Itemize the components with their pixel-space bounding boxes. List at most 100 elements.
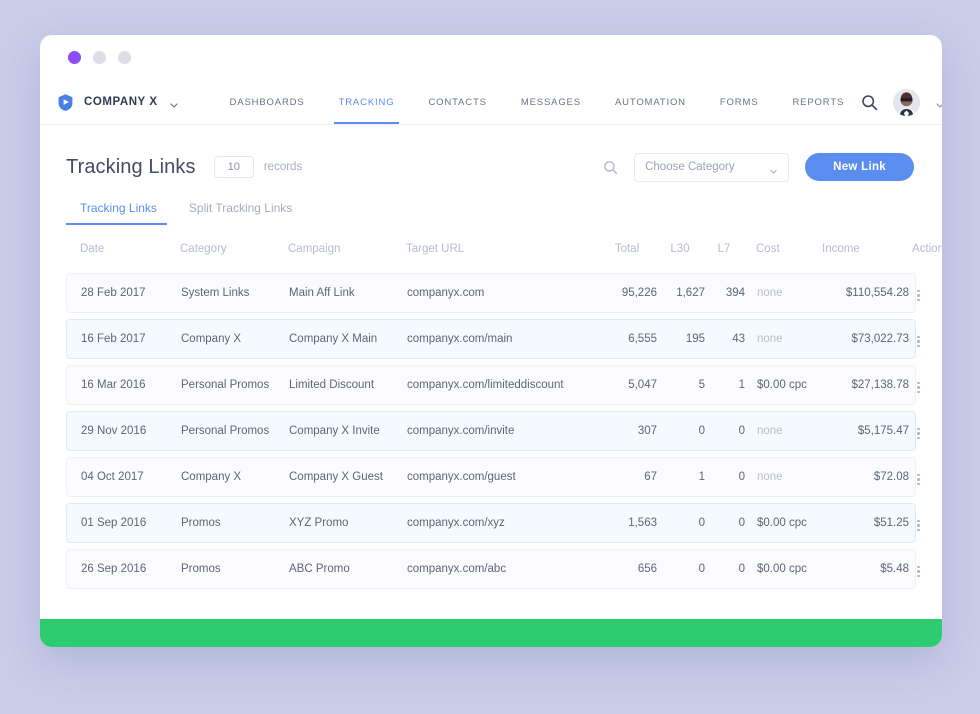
cell-income: $72.08 [873, 471, 909, 483]
cell-total: 6,555 [628, 333, 657, 345]
cell-target-url: companyx.com/xyz [407, 517, 505, 529]
window-dot-minimize[interactable] [93, 51, 106, 64]
nav-item-contacts[interactable]: CONTACTS [411, 80, 503, 124]
cell-total: 5,047 [628, 379, 657, 391]
cell-action [913, 421, 930, 441]
cell-income: $27,138.78 [851, 379, 909, 391]
cell-date: 26 Sep 2016 [81, 563, 147, 575]
nav-item-automation[interactable]: AUTOMATION [598, 80, 703, 124]
kebab-menu-icon[interactable] [913, 380, 924, 396]
column-header-date[interactable]: Date [80, 243, 180, 255]
column-header-target-url[interactable]: Target URL [406, 243, 598, 255]
kebab-menu-icon[interactable] [913, 334, 924, 350]
category-select-value: Choose Category [645, 161, 735, 173]
footer-bar [40, 619, 942, 647]
new-link-button[interactable]: New Link [805, 153, 914, 181]
app-window: COMPANY X DASHBOARDS TRACKING CONTACTS M… [40, 35, 942, 647]
cell-campaign: Limited Discount [289, 379, 375, 391]
table-row[interactable]: 28 Feb 2017 System Links Main Aff Link c… [66, 273, 920, 313]
cell-l30: 0 [698, 563, 705, 575]
cell-date: 28 Feb 2017 [81, 287, 146, 299]
nav-item-messages[interactable]: MESSAGES [504, 80, 598, 124]
brand-selector[interactable]: COMPANY X [56, 93, 179, 112]
cell-l30: 195 [685, 333, 705, 345]
cell-category: Personal Promos [181, 425, 270, 437]
page-header: Tracking Links 10 records Choose Categor… [40, 125, 942, 187]
cell-date: 04 Oct 2017 [81, 471, 144, 483]
cell-cost: $0.00 cpc [757, 517, 807, 529]
nav-item-forms[interactable]: FORMS [703, 80, 776, 124]
cell-target-url: companyx.com/abc [407, 563, 507, 575]
column-header-cost[interactable]: Cost [744, 243, 816, 255]
cell-action [913, 467, 930, 487]
column-header-category[interactable]: Category [180, 243, 288, 255]
cell-l7: 43 [732, 333, 745, 345]
cell-action [913, 559, 930, 579]
nav-links: DASHBOARDS TRACKING CONTACTS MESSAGES AU… [213, 80, 862, 124]
cell-income: $5.48 [880, 563, 909, 575]
cell-category: Company X [181, 471, 242, 483]
cell-total: 67 [644, 471, 657, 483]
chevron-down-icon [769, 163, 778, 174]
column-header-l7[interactable]: L7 [704, 243, 744, 255]
records-label: records [263, 161, 303, 173]
cell-income: $51.25 [873, 517, 909, 529]
nav-right-actions [861, 88, 942, 116]
cell-l7: 0 [738, 425, 745, 437]
table-row[interactable]: 16 Mar 2016 Personal Promos Limited Disc… [66, 365, 920, 405]
avatar[interactable] [893, 88, 921, 116]
kebab-menu-icon[interactable] [913, 472, 924, 488]
table-row[interactable]: 26 Sep 2016 Promos ABC Promo companyx.co… [66, 549, 920, 589]
tracking-links-table: Date Category Campaign Target URL Total … [40, 225, 942, 619]
cell-target-url: companyx.com/main [407, 333, 513, 345]
cell-campaign: Company X Guest [289, 471, 383, 483]
search-icon[interactable] [861, 94, 878, 111]
search-icon[interactable] [603, 160, 618, 175]
cell-l7: 1 [738, 379, 745, 391]
category-select[interactable]: Choose Category [634, 152, 790, 182]
cell-category: Company X [181, 333, 242, 345]
cell-cost: none [757, 471, 783, 483]
tab-tracking-links[interactable]: Tracking Links [66, 201, 173, 225]
nav-item-dashboards[interactable]: DASHBOARDS [213, 80, 322, 124]
cell-income: $110,554.28 [845, 287, 909, 299]
cell-target-url: companyx.com/guest [407, 471, 516, 483]
cell-campaign: ABC Promo [289, 563, 350, 575]
window-dot-close[interactable] [68, 51, 81, 64]
nav-item-tracking[interactable]: TRACKING [322, 80, 412, 124]
nav-item-reports[interactable]: REPORTS [775, 80, 861, 124]
cell-campaign: Company X Invite [289, 425, 380, 437]
cell-category: Promos [181, 517, 221, 529]
page-title: Tracking Links [66, 155, 196, 178]
kebab-menu-icon[interactable] [913, 518, 924, 534]
column-header-campaign[interactable]: Campaign [288, 243, 406, 255]
top-navigation: COMPANY X DASHBOARDS TRACKING CONTACTS M… [40, 80, 942, 125]
cell-l30: 5 [698, 379, 705, 391]
cell-total: 656 [637, 563, 657, 575]
chevron-down-icon [169, 97, 179, 108]
cell-action [913, 283, 930, 303]
chevron-down-icon[interactable] [935, 97, 942, 108]
cell-total: 95,226 [621, 287, 657, 299]
kebab-menu-icon[interactable] [913, 426, 924, 442]
window-titlebar [40, 35, 942, 80]
cell-cost: none [757, 287, 783, 299]
cell-cost: none [757, 333, 783, 345]
kebab-menu-icon[interactable] [913, 564, 924, 580]
cell-l7: 0 [738, 471, 745, 483]
tab-split-tracking-links[interactable]: Split Tracking Links [173, 201, 308, 225]
header-actions: Choose Category New Link [603, 152, 914, 182]
table-row[interactable]: 01 Sep 2016 Promos XYZ Promo companyx.co… [66, 503, 920, 543]
table-row[interactable]: 16 Feb 2017 Company X Company X Main com… [66, 319, 920, 359]
column-header-l30[interactable]: L30 [656, 243, 704, 255]
table-row[interactable]: 04 Oct 2017 Company X Company X Guest co… [66, 457, 920, 497]
cell-l30: 0 [698, 517, 705, 529]
column-header-total[interactable]: Total [598, 243, 656, 255]
cell-campaign: Main Aff Link [289, 287, 355, 299]
record-count-badge: 10 [213, 156, 254, 178]
column-header-income[interactable]: Income [816, 243, 912, 255]
window-dot-maximize[interactable] [118, 51, 131, 64]
kebab-menu-icon[interactable] [913, 288, 924, 304]
table-row[interactable]: 29 Nov 2016 Personal Promos Company X In… [66, 411, 920, 451]
cell-category: System Links [181, 287, 250, 299]
